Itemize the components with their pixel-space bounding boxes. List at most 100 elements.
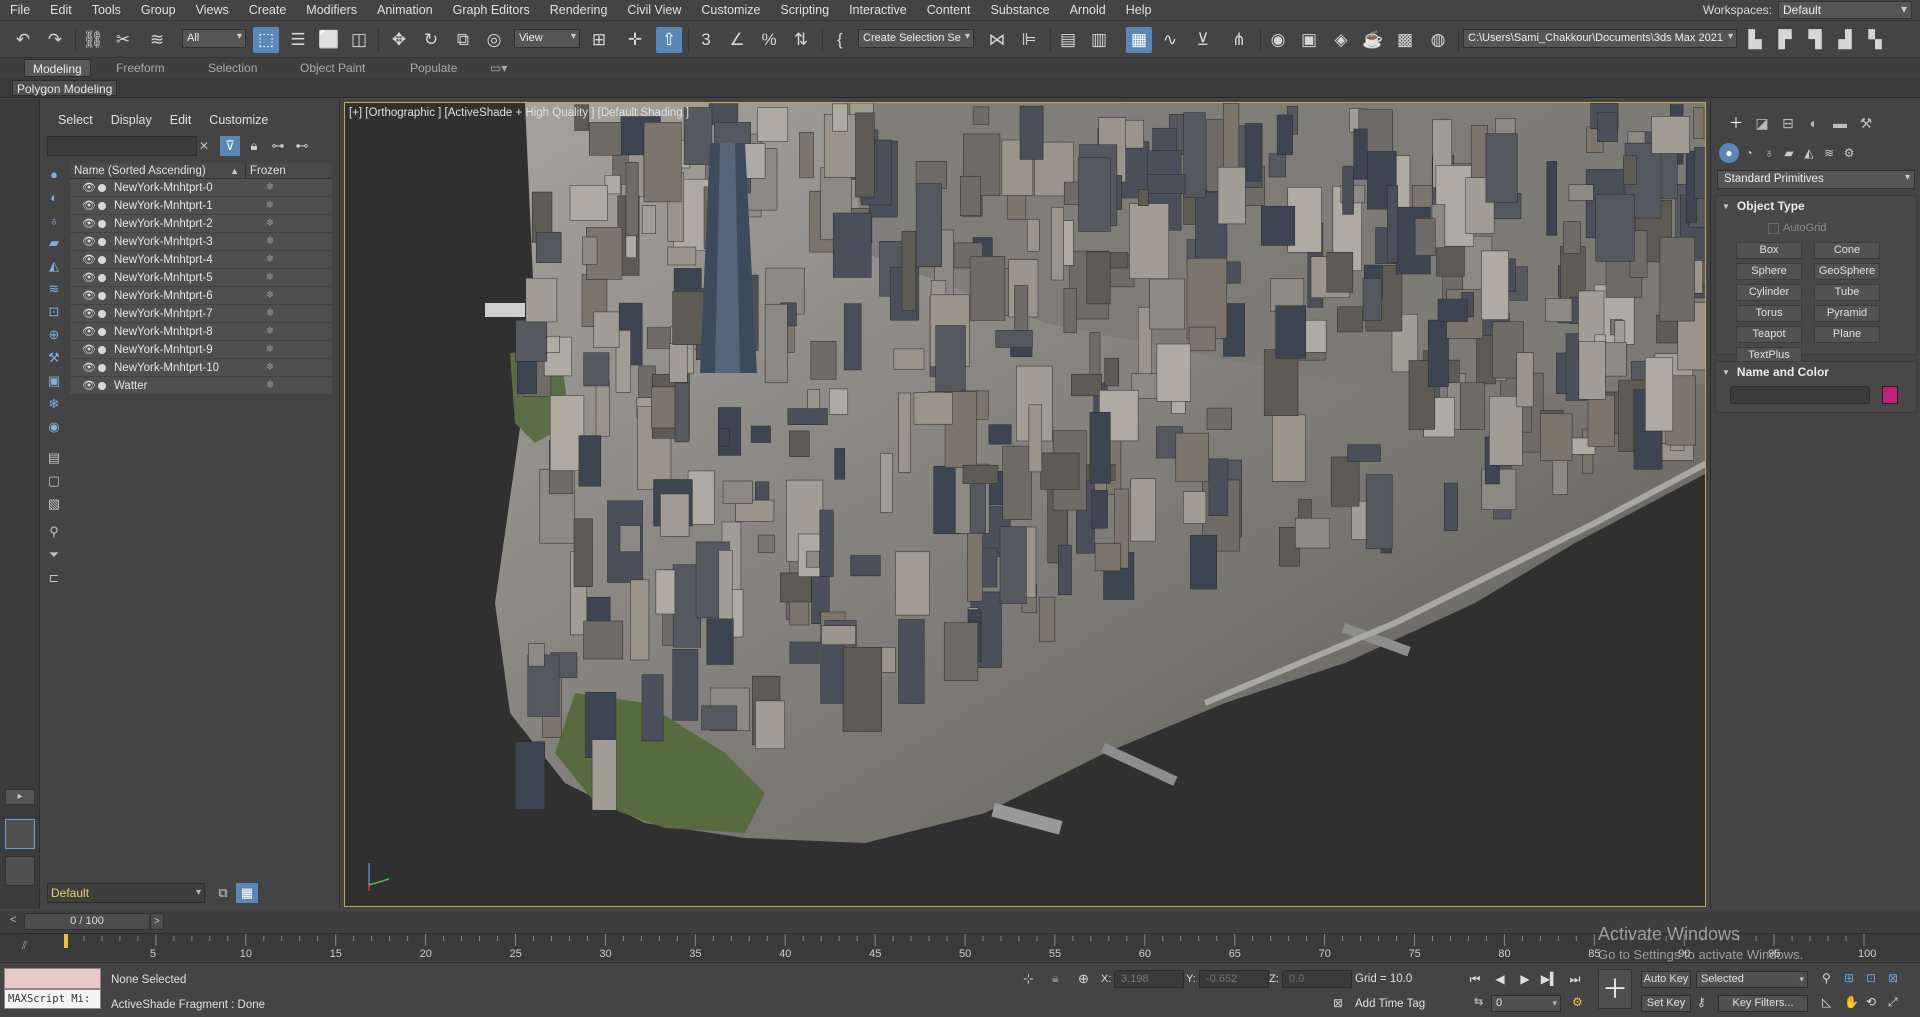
filter-funnel-icon[interactable]: ⏷ [45,546,63,564]
display-geometry-icon[interactable]: ● [45,165,63,183]
align-icon[interactable]: ⊫ [1016,27,1042,53]
y-coordinate-field[interactable]: -0.652 [1199,970,1269,988]
set-key-big-icon[interactable]: ＋ [1598,969,1632,1009]
schematic-view-icon[interactable]: ⋔ [1226,27,1252,53]
explorer-row[interactable]: 👁︎ NewYork-Mnhtprt-10 ❄ [70,359,332,377]
viewport-label[interactable]: [+] [Orthographic ] [ActiveShade + High … [349,107,689,119]
render-toggle-icon[interactable] [96,184,108,192]
display-containers-icon[interactable]: ▣ [45,372,63,390]
object-name-field[interactable] [1730,386,1870,404]
edit-named-selection-icon[interactable]: { [827,27,853,53]
motion-tab-icon[interactable]: ◐ [1803,113,1825,133]
redo-icon[interactable]: ↷ [42,27,68,53]
material-editor-icon[interactable]: ◉ [1265,27,1291,53]
render-production-icon[interactable]: ☕ [1360,27,1386,53]
placement-icon[interactable]: ◎ [481,27,507,53]
frozen-snowflake-icon[interactable]: ❄ [245,362,295,373]
angle-snap-icon[interactable]: ∠ [724,27,750,53]
time-prev-icon[interactable]: < [10,914,16,926]
systems-category-icon[interactable]: ⚙ [1839,143,1859,163]
primitive-button-geosphere[interactable]: GeoSphere [1814,263,1880,280]
primitive-button-cone[interactable]: Cone [1814,242,1880,259]
display-cameras-icon[interactable]: ▰ [45,234,63,252]
column-name[interactable]: Name (Sorted Ascending) [70,163,245,179]
visibility-eye-icon[interactable]: 👁︎ [82,289,96,302]
snaps-toggle-icon[interactable]: 3 [693,27,719,53]
explorer-menu-select[interactable]: Select [49,111,102,129]
display-helpers-icon[interactable]: ◭ [45,257,63,275]
render-toggle-icon[interactable] [96,310,108,318]
menu-help[interactable]: Help [1116,0,1162,20]
visibility-eye-icon[interactable]: 👁︎ [82,379,96,392]
explorer-row[interactable]: 👁︎ NewYork-Mnhtprt-0 ❄ [70,179,332,197]
render-toggle-icon[interactable] [96,382,108,390]
named-selection-sets-dropdown[interactable]: Create Selection Se [858,29,974,48]
auto-key-button[interactable]: Auto Key [1641,971,1691,988]
layer-dropdown[interactable]: Default [47,883,205,903]
menu-customize[interactable]: Customize [691,0,770,20]
menu-animation[interactable]: Animation [367,0,443,20]
frozen-snowflake-icon[interactable]: ❄ [245,182,295,193]
undo-icon[interactable]: ↶ [10,27,36,53]
field-of-view-icon[interactable]: ◺ [1822,995,1831,1009]
object-color-swatch[interactable] [1882,386,1898,404]
z-coordinate-field[interactable]: 0.0 [1282,970,1352,988]
spacewarps-category-icon[interactable]: ≋ [1819,143,1839,163]
curve-editor-icon[interactable]: ∿ [1157,27,1183,53]
rendered-frame-window-icon[interactable]: ◈ [1328,27,1354,53]
visibility-eye-icon[interactable]: 👁︎ [82,361,96,374]
workspace-dropdown[interactable]: Default [1778,1,1912,19]
project-folder-dropdown[interactable]: C:\Users\Sami_Chakkour\Documents\3ds Max… [1463,29,1737,48]
selection-filter-dropdown[interactable]: All [182,29,246,48]
autogrid-checkbox[interactable]: AutoGrid [1768,222,1826,234]
explorer-menu-customize[interactable]: Customize [200,111,277,129]
dope-sheet-icon[interactable]: ⊻ [1190,27,1216,53]
select-manipulate-icon[interactable]: ✛ [622,27,648,53]
x-coordinate-field[interactable]: 3.198 [1114,970,1184,988]
display-xrefs-icon[interactable]: ⊕ [45,326,63,344]
menu-tools[interactable]: Tools [82,0,131,20]
visibility-eye-icon[interactable]: 👁︎ [82,199,96,212]
toggle-ribbon-icon[interactable]: ▦ [1126,27,1152,53]
primitive-button-plane[interactable]: Plane [1814,326,1880,343]
geometry-category-icon[interactable]: ● [1719,143,1739,163]
maximize-viewport-icon[interactable]: ⤢ [1888,995,1898,1010]
project-tool-5-icon[interactable]: ▚ [1862,27,1888,53]
maxscript-input[interactable]: MAXScript Mi: [4,989,101,1009]
primitive-button-cylinder[interactable]: Cylinder [1736,284,1802,301]
display-hidden-icon[interactable]: ◉ [45,418,63,436]
menu-modifiers[interactable]: Modifiers [296,0,367,20]
isolate-icon[interactable]: ⊹ [1023,971,1034,987]
utilities-tab-icon[interactable]: ⚒ [1855,113,1877,133]
ribbon-options-icon[interactable]: ▭▾ [482,59,515,77]
reference-coordinate-dropdown[interactable]: View [514,29,580,48]
render-toggle-icon[interactable] [96,202,108,210]
pan-icon[interactable]: ✋ [1844,995,1859,1009]
layer-explorer-icon[interactable]: ▥ [1086,27,1112,53]
layer-manager-icon[interactable]: ⧉ [212,883,234,903]
viewport-layout-alt[interactable] [5,856,35,886]
time-config-icon[interactable]: ⚙ [1572,995,1583,1009]
visibility-eye-icon[interactable]: 👁︎ [82,235,96,248]
frozen-snowflake-icon[interactable]: ❄ [245,254,295,265]
render-toggle-icon[interactable] [96,364,108,372]
time-tag-icon[interactable]: ⊠ [1333,996,1343,1010]
percent-snap-icon[interactable]: % [756,27,782,53]
spinner-snap-icon[interactable]: ⇅ [788,27,814,53]
play-icon[interactable]: ▶ [1516,971,1534,987]
visibility-eye-icon[interactable]: 👁︎ [82,181,96,194]
tab-object-paint[interactable]: Object Paint [292,59,373,77]
select-object-icon[interactable]: ⬚ [253,27,279,53]
primitive-button-sphere[interactable]: Sphere [1736,263,1802,280]
explorer-row[interactable]: 👁︎ NewYork-Mnhtprt-9 ❄ [70,341,332,359]
scene-explorer-toggle-icon[interactable]: ▤ [1055,27,1081,53]
link-icon[interactable]: ⛓ [80,27,106,53]
visibility-eye-icon[interactable]: 👁︎ [82,271,96,284]
key-set-dropdown[interactable]: Selected [1696,971,1808,988]
shapes-category-icon[interactable]: ◔ [1739,143,1759,163]
menu-create[interactable]: Create [239,0,297,20]
menu-file[interactable]: File [0,0,40,20]
move-icon[interactable]: ✥ [386,27,412,53]
primitive-button-pyramid[interactable]: Pyramid [1814,305,1880,322]
go-to-end-icon[interactable]: ⏭ [1566,971,1584,987]
